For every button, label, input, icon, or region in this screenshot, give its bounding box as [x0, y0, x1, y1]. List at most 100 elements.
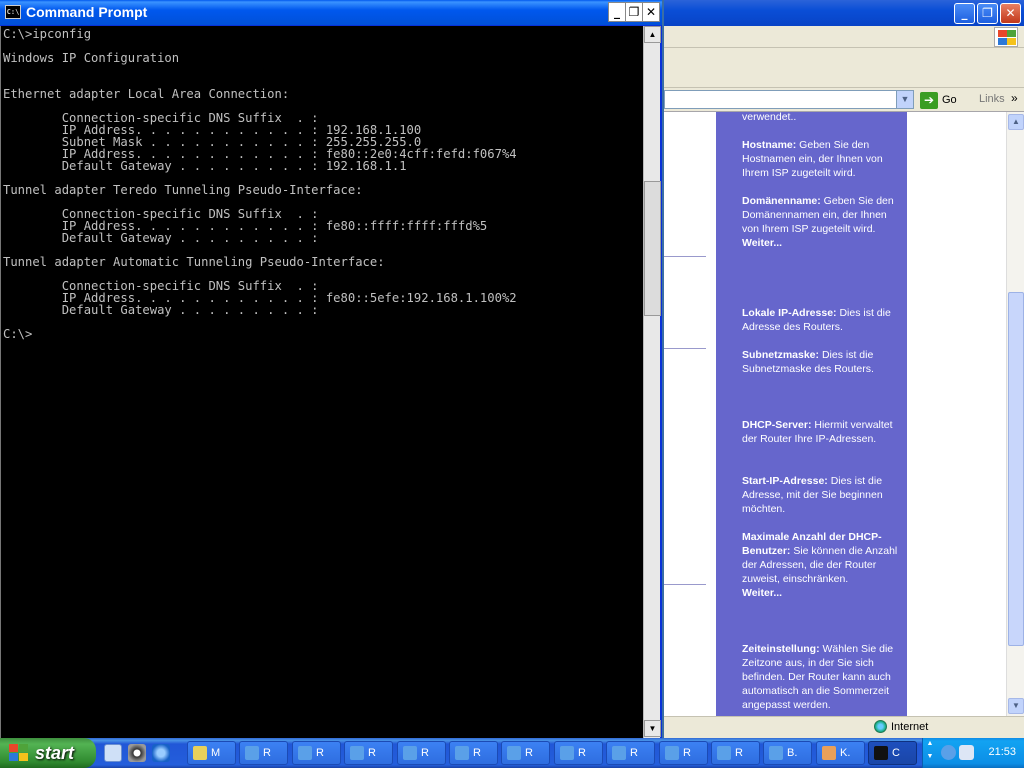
console-line: Windows IP Configuration: [3, 51, 180, 65]
globe-icon: [874, 720, 887, 733]
tray-up-icon[interactable]: ▲: [925, 740, 935, 752]
show-desktop-icon[interactable]: [104, 744, 122, 762]
address-input[interactable]: ▼: [664, 90, 914, 109]
taskbar-button[interactable]: C: [868, 741, 917, 765]
taskbar-button-label: B.: [787, 747, 798, 759]
console-output[interactable]: C:\>ipconfig Windows IP Configuration Ethe…: [0, 26, 643, 738]
window-icon: [193, 746, 207, 760]
restore-button[interactable]: ❐: [625, 2, 643, 22]
window-icon: [665, 746, 679, 760]
scroll-down-icon[interactable]: ▼: [644, 720, 661, 737]
taskbar-button[interactable]: R: [711, 741, 760, 765]
console-line: Ethernet adapter Local Area Connection:: [3, 87, 290, 101]
help-local-ip: Lokale IP-Adresse: Dies ist die Adresse …: [742, 307, 891, 333]
more-link[interactable]: Weiter...: [742, 586, 900, 600]
media-player-icon[interactable]: [128, 744, 146, 762]
window-icon: [717, 746, 731, 760]
windows-flag-icon: [9, 744, 29, 762]
window-icon: [769, 746, 783, 760]
start-button[interactable]: start: [0, 738, 96, 768]
browser-vertical-scrollbar[interactable]: ▲ ▼: [1006, 112, 1024, 716]
help-fragment: verwendet..: [742, 112, 797, 123]
browser-minimize-button[interactable]: _: [954, 3, 975, 24]
window-icon: [455, 746, 469, 760]
go-label: Go: [942, 94, 957, 106]
help-subnet: Subnetzmaske: Dies ist die Subnetzmaske …: [742, 349, 874, 375]
taskbar-button[interactable]: R: [501, 741, 550, 765]
go-arrow-icon: ➔: [920, 91, 938, 109]
taskbar-button[interactable]: M: [187, 741, 236, 765]
links-button[interactable]: Links: [979, 93, 1005, 105]
taskbar-button[interactable]: R: [397, 741, 446, 765]
internet-explorer-icon[interactable]: [152, 744, 170, 762]
minimize-button[interactable]: _: [608, 2, 626, 22]
taskbar-button[interactable]: R: [449, 741, 498, 765]
quick-launch: [104, 744, 170, 762]
web-page-content: verwendet.. Hostname: Geben Sie den Host…: [664, 112, 1006, 716]
help-time: Zeiteinstellung: Wählen Sie die Zeitzone…: [742, 643, 894, 711]
console-line: Default Gateway . . . . . . . . . : 192.…: [3, 159, 407, 173]
start-label: start: [35, 742, 75, 763]
help-domain: Domänenname: Geben Sie den Domänennamen …: [742, 194, 900, 250]
taskbar-button-label: R: [683, 747, 691, 759]
window-title: Command Prompt: [26, 4, 148, 20]
taskbar-button-label: R: [525, 747, 533, 759]
browser-maximize-button[interactable]: ❐: [977, 3, 998, 24]
zone-label: Internet: [891, 720, 929, 733]
taskbar-button[interactable]: R: [292, 741, 341, 765]
divider: [664, 584, 706, 585]
browser-toolbar: [664, 48, 1024, 88]
taskbar-button[interactable]: K.: [816, 741, 865, 765]
window-icon: [245, 746, 259, 760]
scroll-thumb[interactable]: [644, 181, 661, 316]
taskbar-button-label: R: [578, 747, 586, 759]
tray-down-icon[interactable]: ▼: [925, 753, 935, 765]
taskbar-button[interactable]: B.: [763, 741, 812, 765]
system-tray: ▲ ▼ 21:53: [922, 738, 1024, 768]
taskbar-button-label: M: [211, 747, 221, 759]
taskbar-button[interactable]: R: [606, 741, 655, 765]
window-icon: [350, 746, 364, 760]
cmd-title-bar[interactable]: C:\ Command Prompt _ ❐ ✕: [0, 0, 662, 25]
window-icon: [298, 746, 312, 760]
console-lines: C:\>ipconfig Windows IP Configuration Ethe…: [3, 28, 517, 340]
volume-icon[interactable]: [959, 745, 974, 760]
taskbar-button-label: R: [473, 747, 481, 759]
scroll-up-icon[interactable]: ▲: [1008, 114, 1024, 130]
divider: [664, 256, 706, 257]
browser-title-bar[interactable]: _ ❐ ✕: [664, 0, 1024, 26]
scroll-thumb[interactable]: [1008, 292, 1024, 646]
window-icon: [822, 746, 836, 760]
tray-arrow-icon[interactable]: [941, 745, 956, 760]
scroll-down-icon[interactable]: ▼: [1008, 698, 1024, 714]
taskbar-button[interactable]: R: [239, 741, 288, 765]
window-icon: [507, 746, 521, 760]
window-icon: [403, 746, 417, 760]
taskbar-button-label: R: [735, 747, 743, 759]
address-dropdown-icon[interactable]: ▼: [896, 91, 913, 108]
console-line: Default Gateway . . . . . . . . . :: [3, 231, 319, 245]
taskbar-button[interactable]: R: [659, 741, 708, 765]
scroll-up-icon[interactable]: ▲: [644, 26, 661, 43]
address-bar: ▼ ➔ Go Links »: [664, 88, 1024, 112]
help-start-ip: Start-IP-Adresse: Dies ist die Adresse, …: [742, 475, 883, 515]
divider: [664, 348, 706, 349]
taskbar-button[interactable]: R: [554, 741, 603, 765]
go-button[interactable]: ➔ Go: [920, 91, 957, 109]
command-prompt-window: C:\ Command Prompt _ ❐ ✕ C:\>ipconfig Win…: [0, 0, 662, 738]
console-line: Tunnel adapter Automatic Tunneling Pseud…: [3, 255, 385, 269]
links-chevron-icon[interactable]: »: [1011, 91, 1018, 105]
cmd-vertical-scrollbar[interactable]: ▲ ▼: [643, 26, 661, 738]
console-line: Tunnel adapter Teredo Tunneling Pseudo-I…: [3, 183, 363, 197]
taskbar-button-label: C: [892, 747, 900, 759]
window-icon: [874, 746, 888, 760]
taskbar-button[interactable]: R: [344, 741, 393, 765]
more-link[interactable]: Weiter...: [742, 236, 900, 250]
taskbar: start M R R R R R R R R R R B. K. C ▲ ▼ 21:53: [0, 738, 1024, 768]
help-hostname: Hostname: Geben Sie den Hostnamen ein, d…: [742, 139, 883, 179]
close-button[interactable]: ✕: [642, 2, 660, 22]
browser-status-bar: Internet: [664, 716, 1024, 738]
browser-close-button[interactable]: ✕: [1000, 3, 1021, 24]
cmd-icon: C:\: [5, 5, 21, 19]
